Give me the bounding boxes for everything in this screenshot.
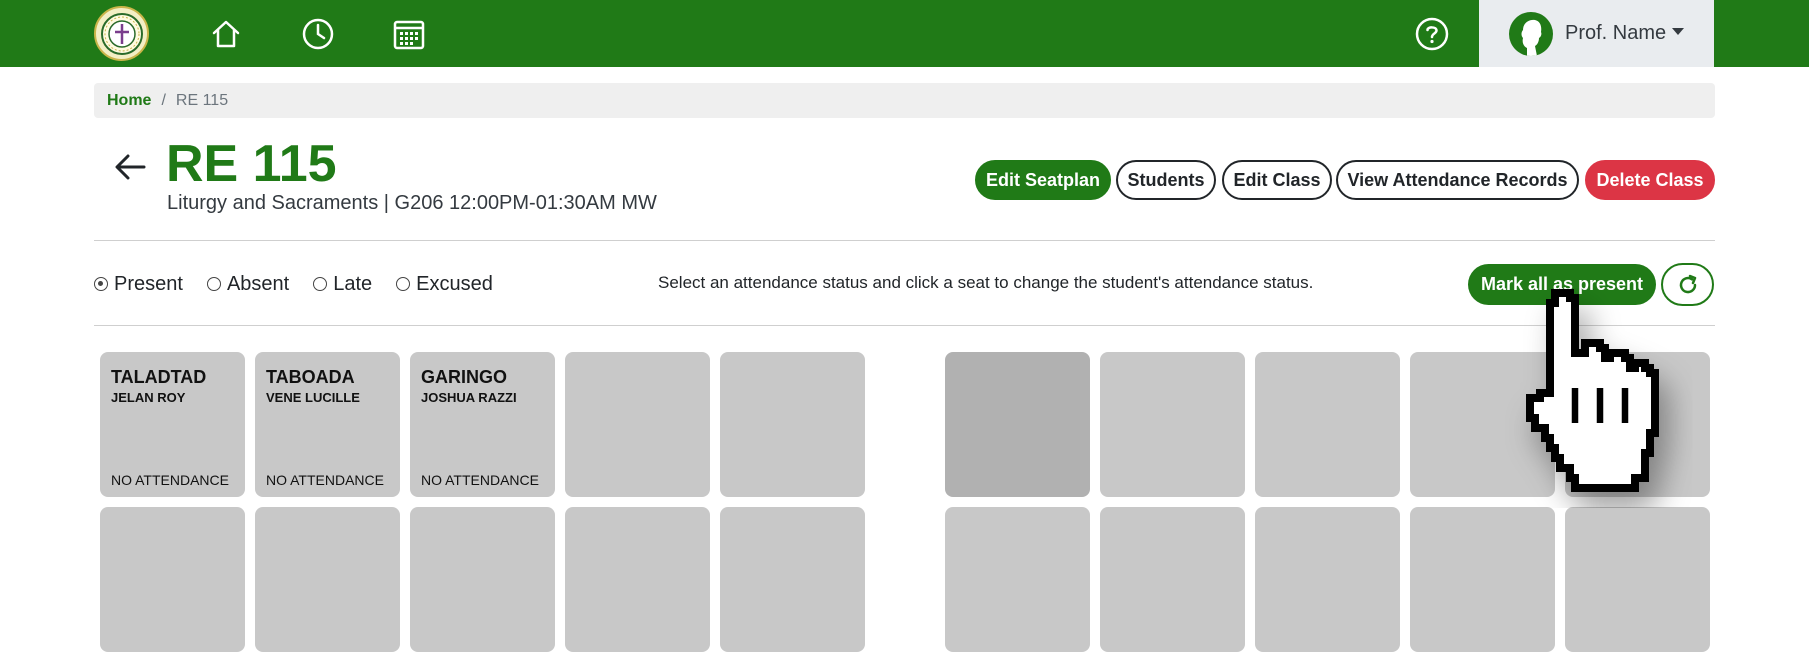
student-first-name: JOSHUA RAZZI — [421, 390, 517, 405]
attendance-hint-text: Select an attendance status and click a … — [658, 273, 1314, 292]
mark-all-present-button[interactable]: Mark all as present — [1468, 264, 1656, 305]
top-navbar: Prof. Name — [0, 0, 1809, 67]
profile-dropdown[interactable]: Prof. Name — [1479, 0, 1714, 67]
student-last-name: TALADTAD — [111, 367, 207, 387]
attendance-status-radio-group: Present Absent Late Excused — [94, 270, 517, 298]
radio-label: Excused — [416, 272, 493, 295]
seat-empty[interactable] — [945, 507, 1090, 652]
seat-empty[interactable] — [565, 507, 710, 652]
back-arrow-icon[interactable] — [112, 148, 150, 186]
radio-button[interactable] — [313, 277, 328, 291]
seat-empty[interactable] — [1410, 507, 1555, 652]
radio-button[interactable] — [94, 277, 108, 291]
seat-empty[interactable] — [1565, 352, 1710, 497]
seat-empty[interactable] — [720, 507, 865, 652]
student-last-name: GARINGO — [421, 367, 508, 387]
help-icon[interactable] — [1414, 16, 1450, 52]
divider — [94, 240, 1715, 241]
refresh-button[interactable] — [1661, 263, 1714, 306]
students-button[interactable]: Students — [1116, 160, 1216, 200]
edit-seatplan-button[interactable]: Edit Seatplan — [975, 160, 1111, 200]
radio-button[interactable] — [396, 277, 411, 291]
seat-empty[interactable] — [1100, 507, 1245, 652]
radio-excused[interactable]: Excused — [396, 273, 493, 296]
breadcrumb-separator: / — [161, 91, 166, 109]
student-last-name: TABOADA — [266, 367, 355, 387]
radio-label: Late — [333, 272, 373, 295]
seat-empty[interactable] — [565, 352, 710, 497]
seat-empty[interactable] — [1100, 352, 1245, 497]
radio-button[interactable] — [206, 277, 221, 291]
seal-icon — [100, 12, 143, 55]
seat-empty[interactable] — [410, 507, 555, 652]
edit-class-button[interactable]: Edit Class — [1222, 160, 1332, 200]
seat-empty[interactable] — [1565, 507, 1710, 652]
breadcrumb-home-link[interactable]: Home — [107, 92, 151, 110]
seat-empty[interactable] — [255, 507, 400, 652]
seat-empty[interactable] — [1410, 352, 1555, 497]
avatar — [1509, 11, 1553, 56]
home-icon[interactable] — [206, 14, 246, 54]
radio-late[interactable]: Late — [313, 273, 372, 296]
seat-empty[interactable] — [1255, 352, 1400, 497]
attendance-status: NO ATTENDANCE — [266, 472, 384, 488]
breadcrumb-current: RE 115 — [175, 91, 229, 109]
radio-present[interactable]: Present — [94, 273, 183, 296]
attendance-status: NO ATTENDANCE — [111, 472, 229, 488]
chevron-down-icon — [1672, 28, 1685, 35]
refresh-icon — [1679, 274, 1696, 293]
student-first-name: JELAN ROY — [111, 390, 186, 405]
clock-icon[interactable] — [298, 14, 338, 54]
delete-class-button[interactable]: Delete Class — [1585, 160, 1715, 200]
radio-absent[interactable]: Absent — [206, 272, 290, 296]
seat-empty-hovered[interactable] — [945, 352, 1090, 497]
student-first-name: VENE LUCILLE — [266, 390, 360, 405]
breadcrumb: Home / RE 115 — [94, 83, 1715, 118]
logo-icon[interactable] — [94, 6, 149, 61]
divider — [94, 325, 1715, 326]
radio-label: Absent — [226, 272, 290, 295]
seat-occupied[interactable]: GARINGO JOSHUA RAZZI NO ATTENDANCE — [410, 352, 555, 497]
class-code-title: RE 115 — [166, 135, 337, 193]
view-attendance-records-button[interactable]: View Attendance Records — [1336, 160, 1579, 200]
seat-occupied[interactable]: TALADTAD JELAN ROY NO ATTENDANCE — [100, 352, 245, 497]
calendar-icon[interactable] — [389, 14, 429, 54]
seat-empty[interactable] — [720, 352, 865, 497]
profile-name: Prof. Name — [1565, 22, 1667, 44]
seat-empty[interactable] — [1255, 507, 1400, 652]
attendance-status: NO ATTENDANCE — [421, 472, 539, 488]
seat-empty[interactable] — [100, 507, 245, 652]
radio-label: Present — [114, 272, 183, 295]
seat-occupied[interactable]: TABOADA VENE LUCILLE NO ATTENDANCE — [255, 352, 400, 497]
class-details: Liturgy and Sacraments | G206 12:00PM-01… — [167, 192, 657, 214]
